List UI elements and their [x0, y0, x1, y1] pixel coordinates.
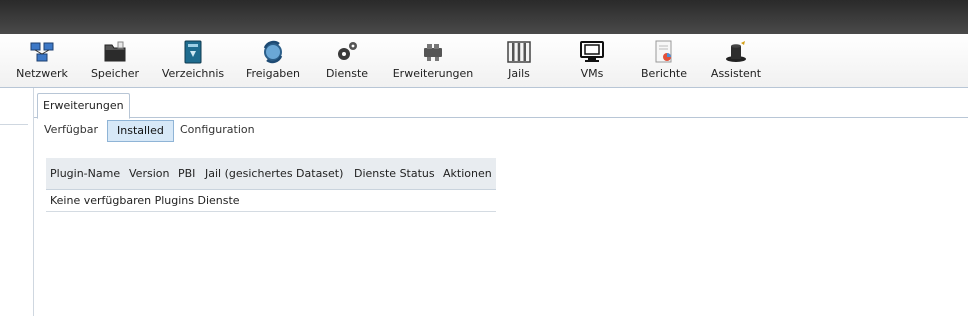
toolbar-label: Assistent	[710, 67, 762, 80]
column-header-jail[interactable]: Jail (gesichertes Dataset)	[205, 158, 343, 189]
storage-icon	[102, 39, 128, 65]
table-header: Plugin-Name Version PBI Jail (gesicherte…	[46, 158, 496, 190]
left-navigation-pane	[0, 88, 34, 316]
toolbar-vms[interactable]: VMs	[568, 34, 616, 87]
toolbar-berichte[interactable]: Berichte	[636, 34, 692, 87]
toolbar-label: Speicher	[90, 67, 140, 80]
plugins-table: Plugin-Name Version PBI Jail (gesicherte…	[46, 158, 496, 212]
wizard-hat-icon	[723, 39, 749, 65]
tab-erweiterungen[interactable]: Erweiterungen	[37, 93, 130, 119]
toolbar-label: Dienste	[325, 67, 369, 80]
subtab-installed[interactable]: Installed	[107, 120, 174, 142]
sharing-icon	[260, 39, 286, 65]
subtab-verfuegbar[interactable]: Verfügbar	[44, 120, 98, 140]
toolbar-assistent[interactable]: Assistent	[706, 34, 766, 87]
tab-strip: Erweiterungen	[34, 88, 968, 119]
plugins-icon	[420, 39, 446, 65]
directory-icon	[180, 39, 206, 65]
network-icon	[29, 39, 55, 65]
toolbar-erweiterungen[interactable]: Erweiterungen	[390, 34, 476, 87]
toolbar-label: Berichte	[641, 67, 687, 80]
column-header-dienste-status[interactable]: Dienste Status	[354, 158, 435, 189]
toolbar-label: Jails	[508, 67, 530, 80]
toolbar-label: VMs	[580, 67, 604, 80]
toolbar-netzwerk[interactable]: Netzwerk	[12, 34, 72, 87]
column-header-plugin-name[interactable]: Plugin-Name	[50, 158, 120, 189]
toolbar-label: Freigaben	[245, 67, 301, 80]
divider	[0, 124, 28, 125]
toolbar-speicher[interactable]: Speicher	[85, 34, 145, 87]
toolbar-label: Erweiterungen	[392, 67, 474, 80]
toolbar-label: Netzwerk	[16, 67, 68, 80]
toolbar-verzeichnis[interactable]: Verzeichnis	[158, 34, 228, 87]
toolbar-jails[interactable]: Jails	[496, 34, 542, 87]
services-gear-icon	[334, 39, 360, 65]
top-header-bar	[0, 0, 968, 34]
jails-icon	[506, 39, 532, 65]
column-header-aktionen[interactable]: Aktionen	[443, 158, 492, 189]
table-empty-row: Keine verfügbaren Plugins Dienste	[46, 190, 496, 212]
reports-icon	[651, 39, 677, 65]
toolbar-label: Verzeichnis	[161, 67, 225, 80]
main-toolbar: Netzwerk Speicher Verzeichnis Freigaben …	[0, 34, 968, 88]
column-header-version[interactable]: Version	[129, 158, 169, 189]
vms-monitor-icon	[579, 39, 605, 65]
toolbar-freigaben[interactable]: Freigaben	[242, 34, 304, 87]
column-header-pbi[interactable]: PBI	[178, 158, 195, 189]
subtab-configuration[interactable]: Configuration	[180, 120, 255, 140]
toolbar-dienste[interactable]: Dienste	[320, 34, 374, 87]
main-content: Erweiterungen Verfügbar Installed Config…	[34, 88, 968, 316]
